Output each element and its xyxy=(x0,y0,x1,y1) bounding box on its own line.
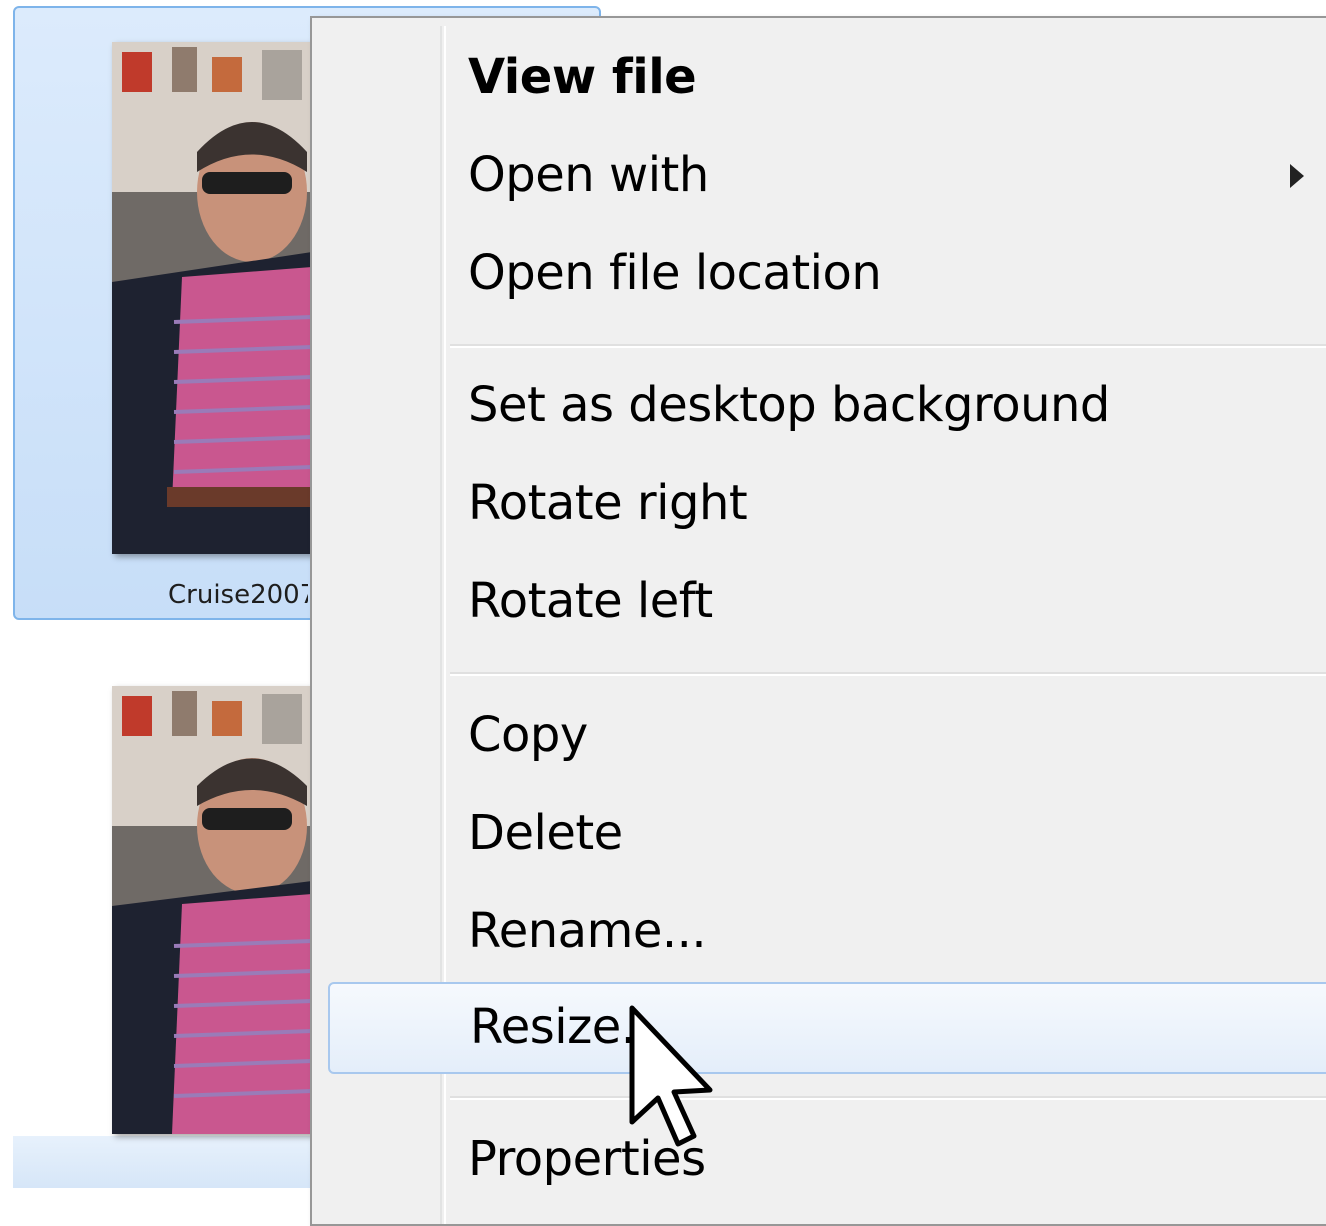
menu-item-label: Open file location xyxy=(468,244,882,301)
menu-item-label: Open with xyxy=(468,146,709,203)
menu-separator xyxy=(450,344,1326,348)
menu-item-label: Rotate right xyxy=(468,474,748,531)
menu-item-properties[interactable]: Properties xyxy=(328,1114,1326,1206)
menu-item-rotate-right[interactable]: Rotate right xyxy=(328,458,1326,550)
submenu-arrow-icon xyxy=(1290,164,1304,188)
menu-item-label: Rename... xyxy=(468,902,707,959)
photo-thumbnail-second[interactable] xyxy=(112,686,312,1134)
menu-item-delete[interactable]: Delete xyxy=(328,788,1326,880)
menu-item-label: Copy xyxy=(468,706,588,763)
photo-thumbnail-image xyxy=(112,42,312,554)
menu-item-rotate-left[interactable]: Rotate left xyxy=(328,556,1326,648)
menu-item-rename[interactable]: Rename... xyxy=(328,886,1326,978)
photo-thumbnail[interactable] xyxy=(112,42,312,554)
menu-item-label: Resize... xyxy=(470,998,666,1055)
menu-item-view-file[interactable]: View file xyxy=(328,32,1326,124)
menu-item-label: Rotate left xyxy=(468,572,713,629)
menu-item-set-as-desktop-background[interactable]: Set as desktop background xyxy=(328,360,1326,452)
menu-separator xyxy=(450,1096,1326,1100)
menu-item-copy[interactable]: Copy xyxy=(328,690,1326,782)
menu-item-label: Delete xyxy=(468,804,623,861)
menu-item-label: View file xyxy=(468,48,697,105)
menu-item-label: Properties xyxy=(468,1130,706,1187)
menu-item-label: Set as desktop background xyxy=(468,376,1110,433)
file-tile-second-caption-area[interactable] xyxy=(13,1136,313,1188)
menu-item-resize[interactable]: Resize... xyxy=(328,982,1326,1074)
context-menu: View file Open with Open file location S… xyxy=(310,16,1326,1226)
menu-separator xyxy=(450,672,1326,676)
menu-item-open-file-location[interactable]: Open file location xyxy=(328,228,1326,320)
menu-item-open-with[interactable]: Open with xyxy=(328,130,1326,222)
file-caption[interactable]: Cruise2007 xyxy=(168,580,308,610)
photo-thumbnail-second-image xyxy=(112,686,312,1134)
